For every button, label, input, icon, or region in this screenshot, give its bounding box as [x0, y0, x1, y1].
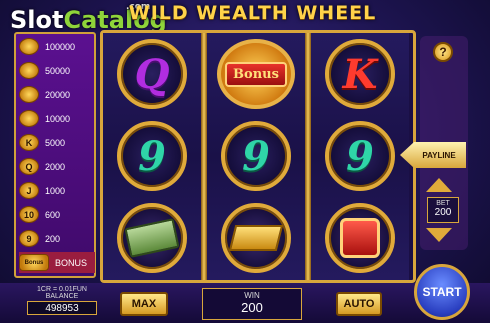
symbol-bonus: Bonus: [217, 39, 295, 109]
payline-indicator: PAYLINE: [400, 142, 466, 168]
bet-value: 200: [434, 207, 452, 218]
paytable-value: 20000: [45, 89, 71, 100]
reel-1: Q 9: [103, 33, 201, 280]
symbol-9: 9: [325, 121, 395, 191]
balance-value: 498953: [27, 301, 97, 315]
bet-label: BET: [436, 200, 450, 207]
symbol-q-text: Q: [134, 50, 170, 98]
paytable-value: 2000: [45, 161, 66, 172]
paytable-row: J 1000: [19, 180, 95, 201]
paytable-row: 9 200: [19, 228, 95, 249]
ring-box-icon: [340, 218, 380, 258]
paytable-row: Q 2000: [19, 156, 95, 177]
paytable-value: 5000: [45, 137, 66, 148]
paytable-row: Bonus BONUS: [19, 252, 95, 273]
paytable-value: 10000: [45, 113, 71, 124]
paytable-value: 50000: [45, 65, 71, 76]
paytable-value: 200: [45, 233, 61, 244]
money-stack-icon: [19, 62, 39, 79]
symbol-9-text: 9: [346, 132, 374, 180]
paytable-value: BONUS: [55, 257, 88, 268]
reels-frame: Q 9 Bonus 9 K 9: [100, 30, 416, 283]
paytable-row: 100000: [19, 36, 95, 57]
bonus-symbol-label: Bonus: [225, 61, 287, 87]
paytable-value: 600: [45, 209, 61, 220]
balance-block: 1CR = 0.01FUN BALANCE 498953: [20, 286, 104, 320]
symbol-gold-bars: [221, 203, 291, 273]
bonus-icon: Bonus: [19, 254, 49, 271]
reel-2: Bonus 9: [207, 33, 305, 280]
max-bet-button[interactable]: MAX: [120, 292, 168, 316]
symbol-k-text: K: [342, 50, 378, 98]
paytable-row: 50000: [19, 60, 95, 81]
bet-display: BET 200: [427, 197, 459, 223]
watermark-slot: Slot: [10, 6, 64, 34]
letter-q-icon: Q: [19, 158, 39, 175]
win-label: WIN: [244, 291, 260, 300]
symbol-money-stack: [117, 203, 187, 273]
paytable-row: 10 600: [19, 204, 95, 225]
wheel-coin-icon: [19, 38, 39, 55]
reel-3: K 9: [311, 33, 409, 280]
paytable-row: 10000: [19, 108, 95, 129]
paytable-row: K 5000: [19, 132, 95, 153]
paytable-panel: 100000 50000 20000 10000 K 5000 Q 2000 J…: [14, 32, 96, 278]
paytable-row: 20000: [19, 84, 95, 105]
paytable-value: 1000: [45, 185, 66, 196]
gold-bar-icon: [228, 225, 284, 251]
symbol-k: K: [325, 39, 395, 109]
auto-button[interactable]: AUTO: [336, 292, 382, 316]
help-button[interactable]: ?: [433, 42, 453, 62]
money-stack-icon: [124, 218, 180, 258]
balance-label: BALANCE: [45, 293, 79, 300]
number-9-icon: 9: [19, 230, 39, 247]
start-button[interactable]: START: [414, 264, 470, 320]
symbol-9-text: 9: [242, 132, 270, 180]
win-value: 200: [241, 300, 263, 315]
symbol-q: Q: [117, 39, 187, 109]
bet-decrease-arrow-icon[interactable]: [426, 228, 452, 242]
symbol-ring-box: [325, 203, 395, 273]
symbol-9: 9: [117, 121, 187, 191]
credit-rate: 1CR = 0.01FUN: [37, 286, 87, 293]
game-title: WILD WEALTH WHEEL: [128, 2, 377, 24]
ring-box-icon: [19, 110, 39, 127]
number-10-icon: 10: [19, 206, 39, 223]
gold-bar-icon: [19, 86, 39, 103]
letter-k-icon: K: [19, 134, 39, 151]
symbol-9: 9: [221, 121, 291, 191]
bet-increase-arrow-icon[interactable]: [426, 178, 452, 192]
win-display: WIN 200: [202, 288, 302, 320]
paytable-value: 100000: [45, 41, 76, 52]
letter-j-icon: J: [19, 182, 39, 199]
symbol-9-text: 9: [138, 132, 166, 180]
